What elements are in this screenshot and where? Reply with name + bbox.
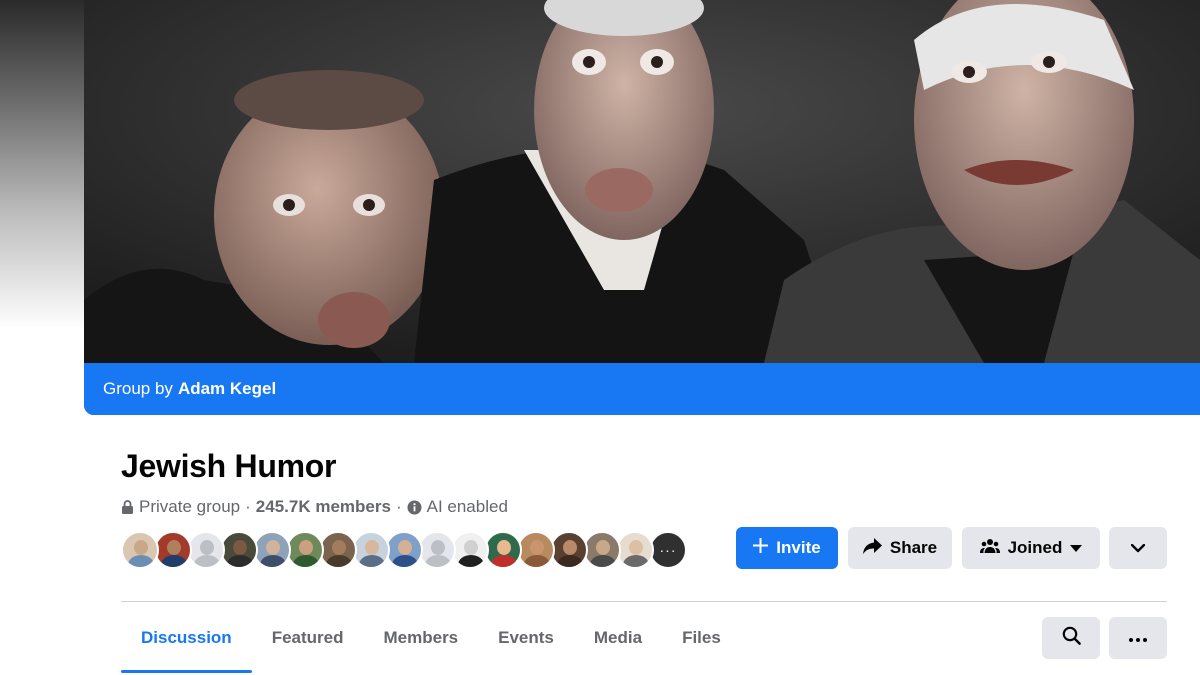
avatar-body [227, 555, 253, 567]
group-owner-link[interactable]: Adam Kegel [178, 379, 276, 399]
group-by-label: Group by [103, 379, 173, 398]
avatar-body [359, 555, 385, 567]
group-title[interactable]: Jewish Humor [121, 448, 336, 485]
tab-files[interactable]: Files [662, 606, 741, 670]
tab-members[interactable]: Members [364, 606, 479, 670]
avatar-face [464, 540, 478, 555]
meta-separator: · [245, 497, 251, 516]
member-avatar[interactable] [154, 531, 192, 569]
member-avatar[interactable] [286, 531, 324, 569]
avatar-face [332, 540, 346, 555]
avatar-face [299, 540, 313, 555]
avatar-face [134, 540, 148, 555]
avatar-body [491, 555, 517, 567]
member-avatar[interactable] [484, 531, 522, 569]
avatar-body [293, 555, 319, 567]
member-avatar[interactable] [319, 531, 357, 569]
lock-icon [121, 500, 134, 514]
tab-discussion[interactable]: Discussion [121, 606, 252, 673]
avatar-face [398, 540, 412, 555]
avatar-face [233, 540, 247, 555]
avatar-body [458, 555, 484, 567]
avatar-face [200, 540, 214, 555]
member-avatar[interactable] [187, 531, 225, 569]
avatar-face [431, 540, 445, 555]
member-avatar[interactable] [253, 531, 291, 569]
header-divider [121, 601, 1167, 602]
meta-separator: · [395, 497, 402, 516]
avatar-body [161, 555, 187, 567]
cover-photo-image [84, 0, 1200, 363]
member-avatars[interactable]: ··· [121, 531, 687, 569]
more-members-avatar[interactable]: ··· [649, 531, 687, 569]
joined-button[interactable]: Joined [962, 527, 1100, 569]
avatar-body [425, 555, 451, 567]
avatar-body [590, 555, 616, 567]
share-arrow-icon [862, 537, 882, 559]
share-button[interactable]: Share [848, 527, 952, 569]
avatar-body [128, 555, 154, 567]
info-icon [407, 500, 422, 515]
more-button[interactable] [1109, 617, 1167, 659]
avatar-body [557, 555, 583, 567]
joined-label: Joined [1007, 538, 1063, 557]
member-avatar[interactable] [352, 531, 390, 569]
left-page-edge [0, 0, 84, 330]
privacy-label: Private group [139, 497, 241, 516]
avatar-body [623, 555, 649, 567]
avatar-body [260, 555, 286, 567]
member-avatar[interactable] [418, 531, 456, 569]
chevron-down-icon [1130, 538, 1146, 558]
avatar-body [194, 555, 220, 567]
member-avatar[interactable] [451, 531, 489, 569]
avatar-body [392, 555, 418, 567]
group-tabs: Discussion Featured Members Events Media File… [121, 606, 741, 674]
group-meta: Private group · 245.7K members · AI enab… [121, 497, 508, 517]
member-avatar[interactable] [220, 531, 258, 569]
avatar-face [365, 540, 379, 555]
group-owner-banner: Group by Adam Kegel [84, 363, 1200, 415]
member-count-link[interactable]: 245.7K members [256, 497, 391, 517]
avatar-face [563, 540, 577, 555]
more-icon [1129, 629, 1147, 647]
avatar-face [167, 540, 181, 555]
share-label: Share [889, 538, 938, 557]
member-avatar[interactable] [385, 531, 423, 569]
avatar-face [497, 540, 511, 555]
tab-events[interactable]: Events [478, 606, 574, 670]
avatar-body [326, 555, 352, 567]
caret-down-icon [1070, 538, 1083, 558]
member-avatar[interactable] [616, 531, 654, 569]
avatar-face [266, 540, 280, 555]
tab-featured[interactable]: Featured [252, 606, 364, 670]
member-avatar[interactable] [550, 531, 588, 569]
avatar-face [530, 540, 544, 555]
cover-photo[interactable]: Group by Adam Kegel [84, 0, 1200, 415]
search-button[interactable] [1042, 617, 1100, 659]
member-avatar[interactable] [583, 531, 621, 569]
member-avatar[interactable] [121, 531, 159, 569]
ai-status-label: AI enabled [426, 497, 508, 516]
tab-media[interactable]: Media [574, 606, 662, 670]
avatar-body [524, 555, 550, 567]
invite-label: Invite [776, 538, 821, 557]
avatar-face [629, 540, 643, 555]
member-avatar[interactable] [517, 531, 555, 569]
invite-button[interactable]: Invite [736, 527, 838, 569]
more-options-dropdown-button[interactable] [1109, 527, 1167, 569]
group-people-icon [979, 538, 1000, 559]
avatar-face [596, 540, 610, 555]
plus-icon [753, 538, 769, 558]
search-icon [1062, 626, 1081, 650]
